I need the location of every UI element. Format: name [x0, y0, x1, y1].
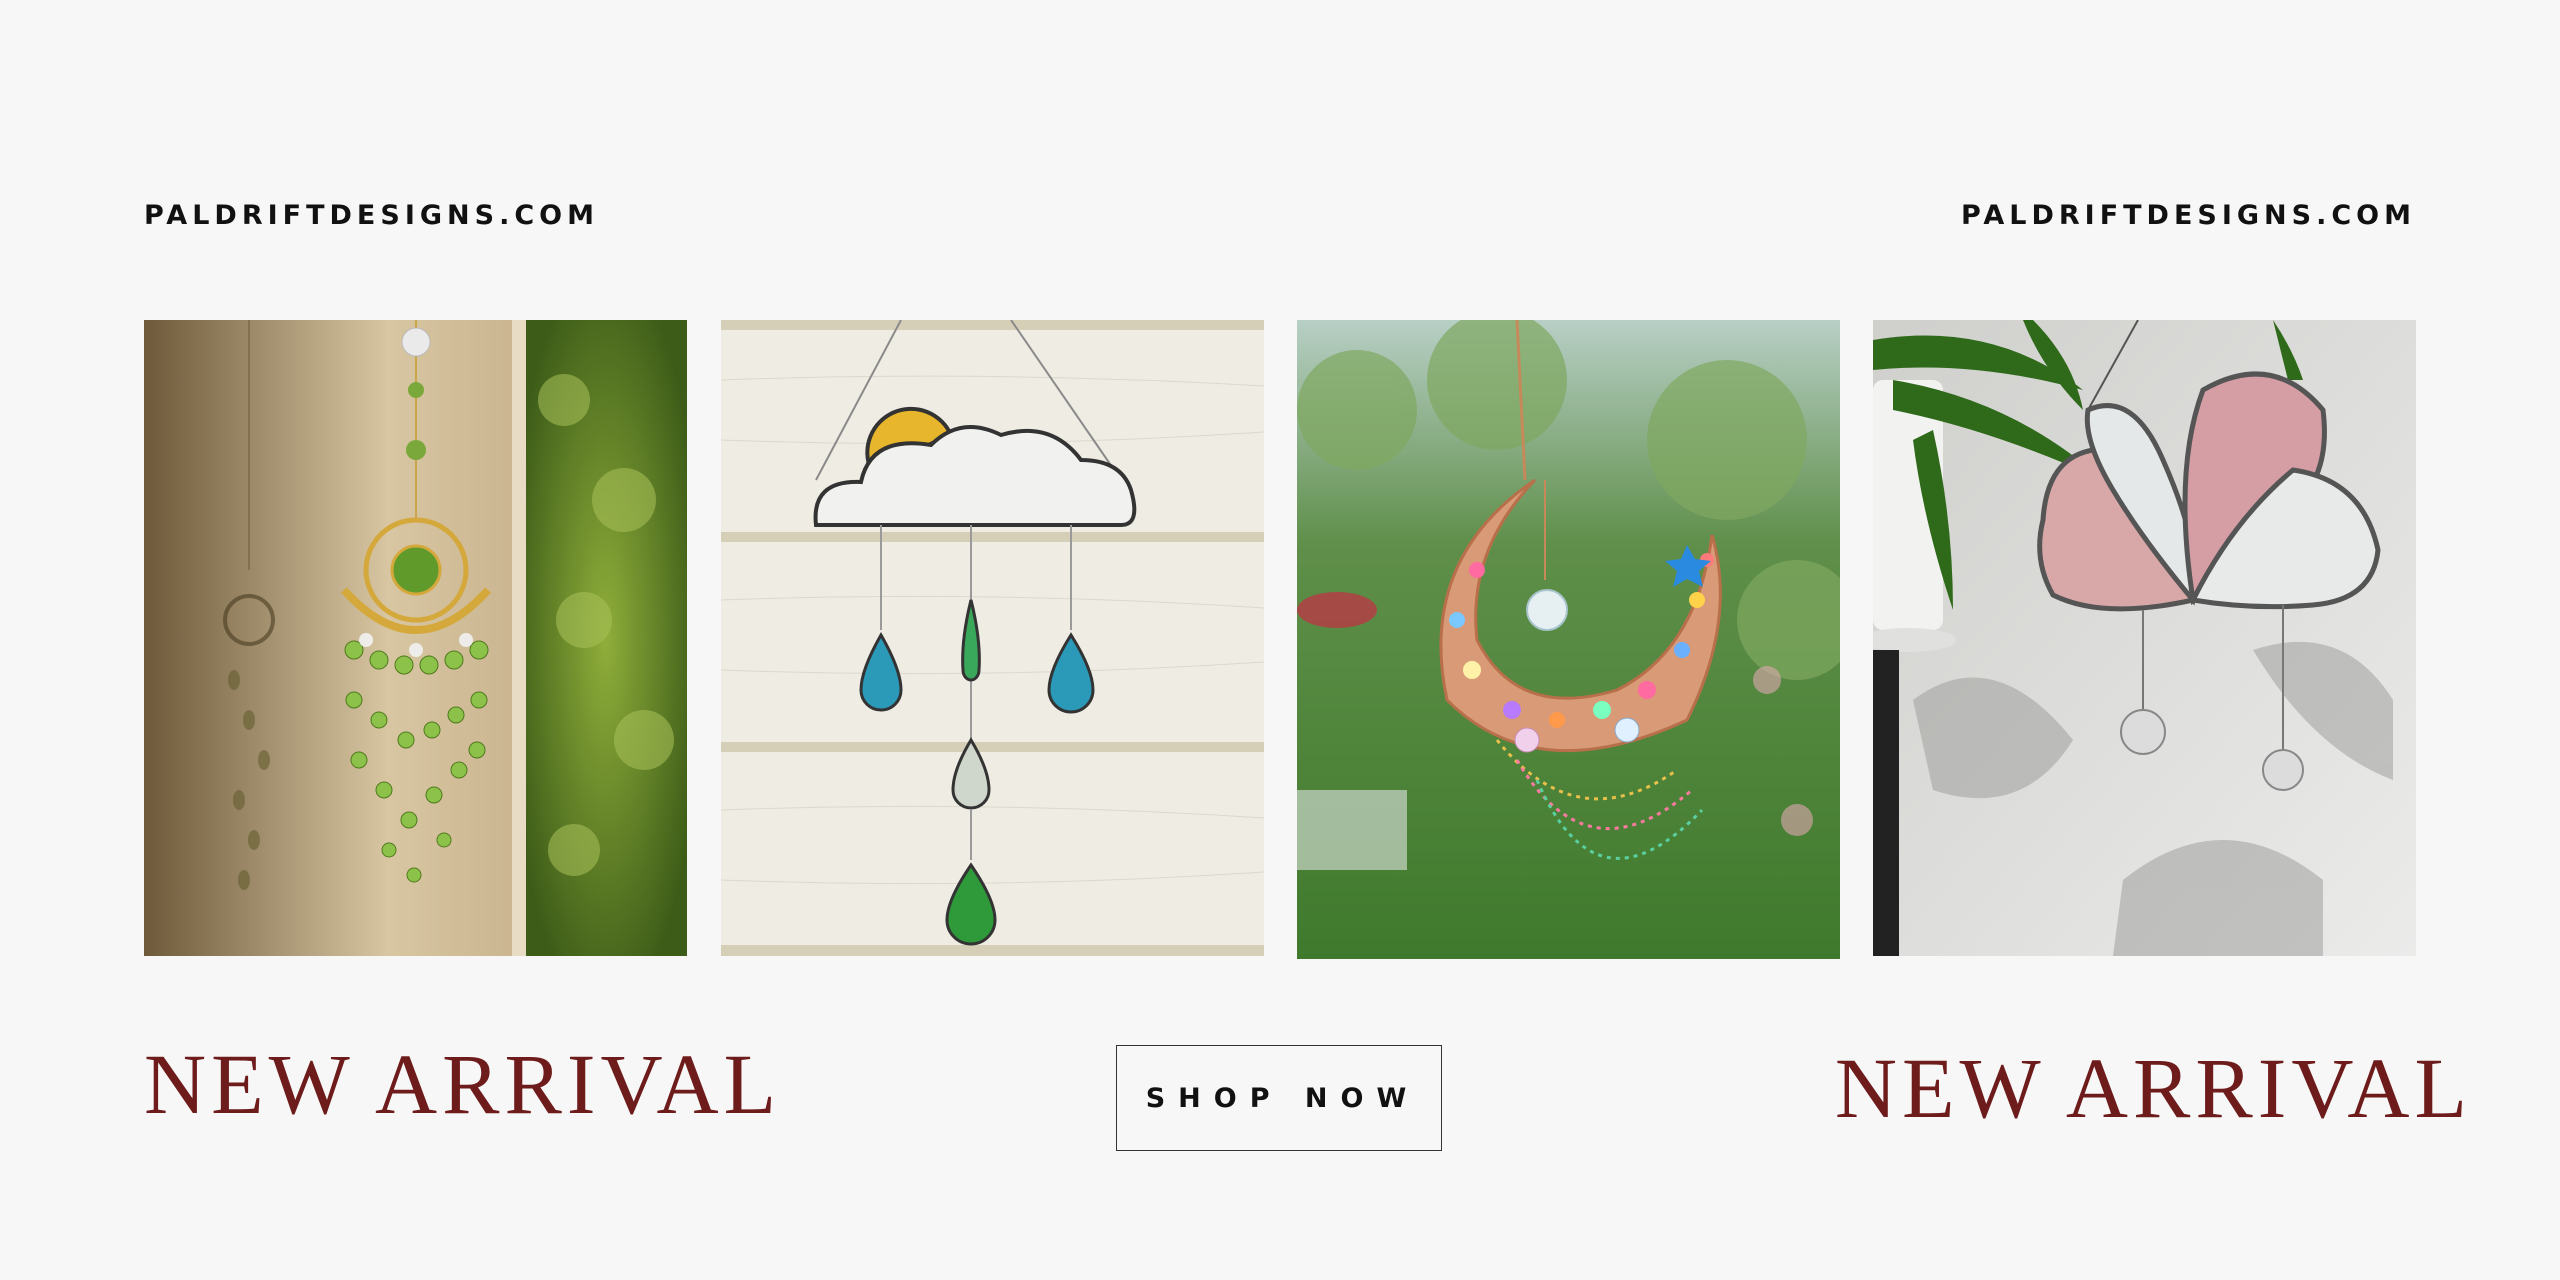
brand-url-right: PALDRIFTDESIGNS.COM — [1961, 200, 2416, 231]
new-arrival-heading-right: NEW ARRIVAL — [1834, 1040, 2472, 1136]
product-image-sun-moon-suncatcher[interactable] — [144, 320, 687, 956]
new-arrival-heading-left: NEW ARRIVAL — [144, 1036, 782, 1132]
product-image-crescent-moon[interactable] — [1297, 320, 1840, 959]
shop-now-button[interactable]: SHOP NOW — [1116, 1045, 1442, 1151]
product-image-cloud-raindrop[interactable] — [721, 320, 1264, 956]
brand-url-left: PALDRIFTDESIGNS.COM — [144, 200, 599, 231]
product-image-pink-flower-glass[interactable] — [1873, 320, 2416, 956]
